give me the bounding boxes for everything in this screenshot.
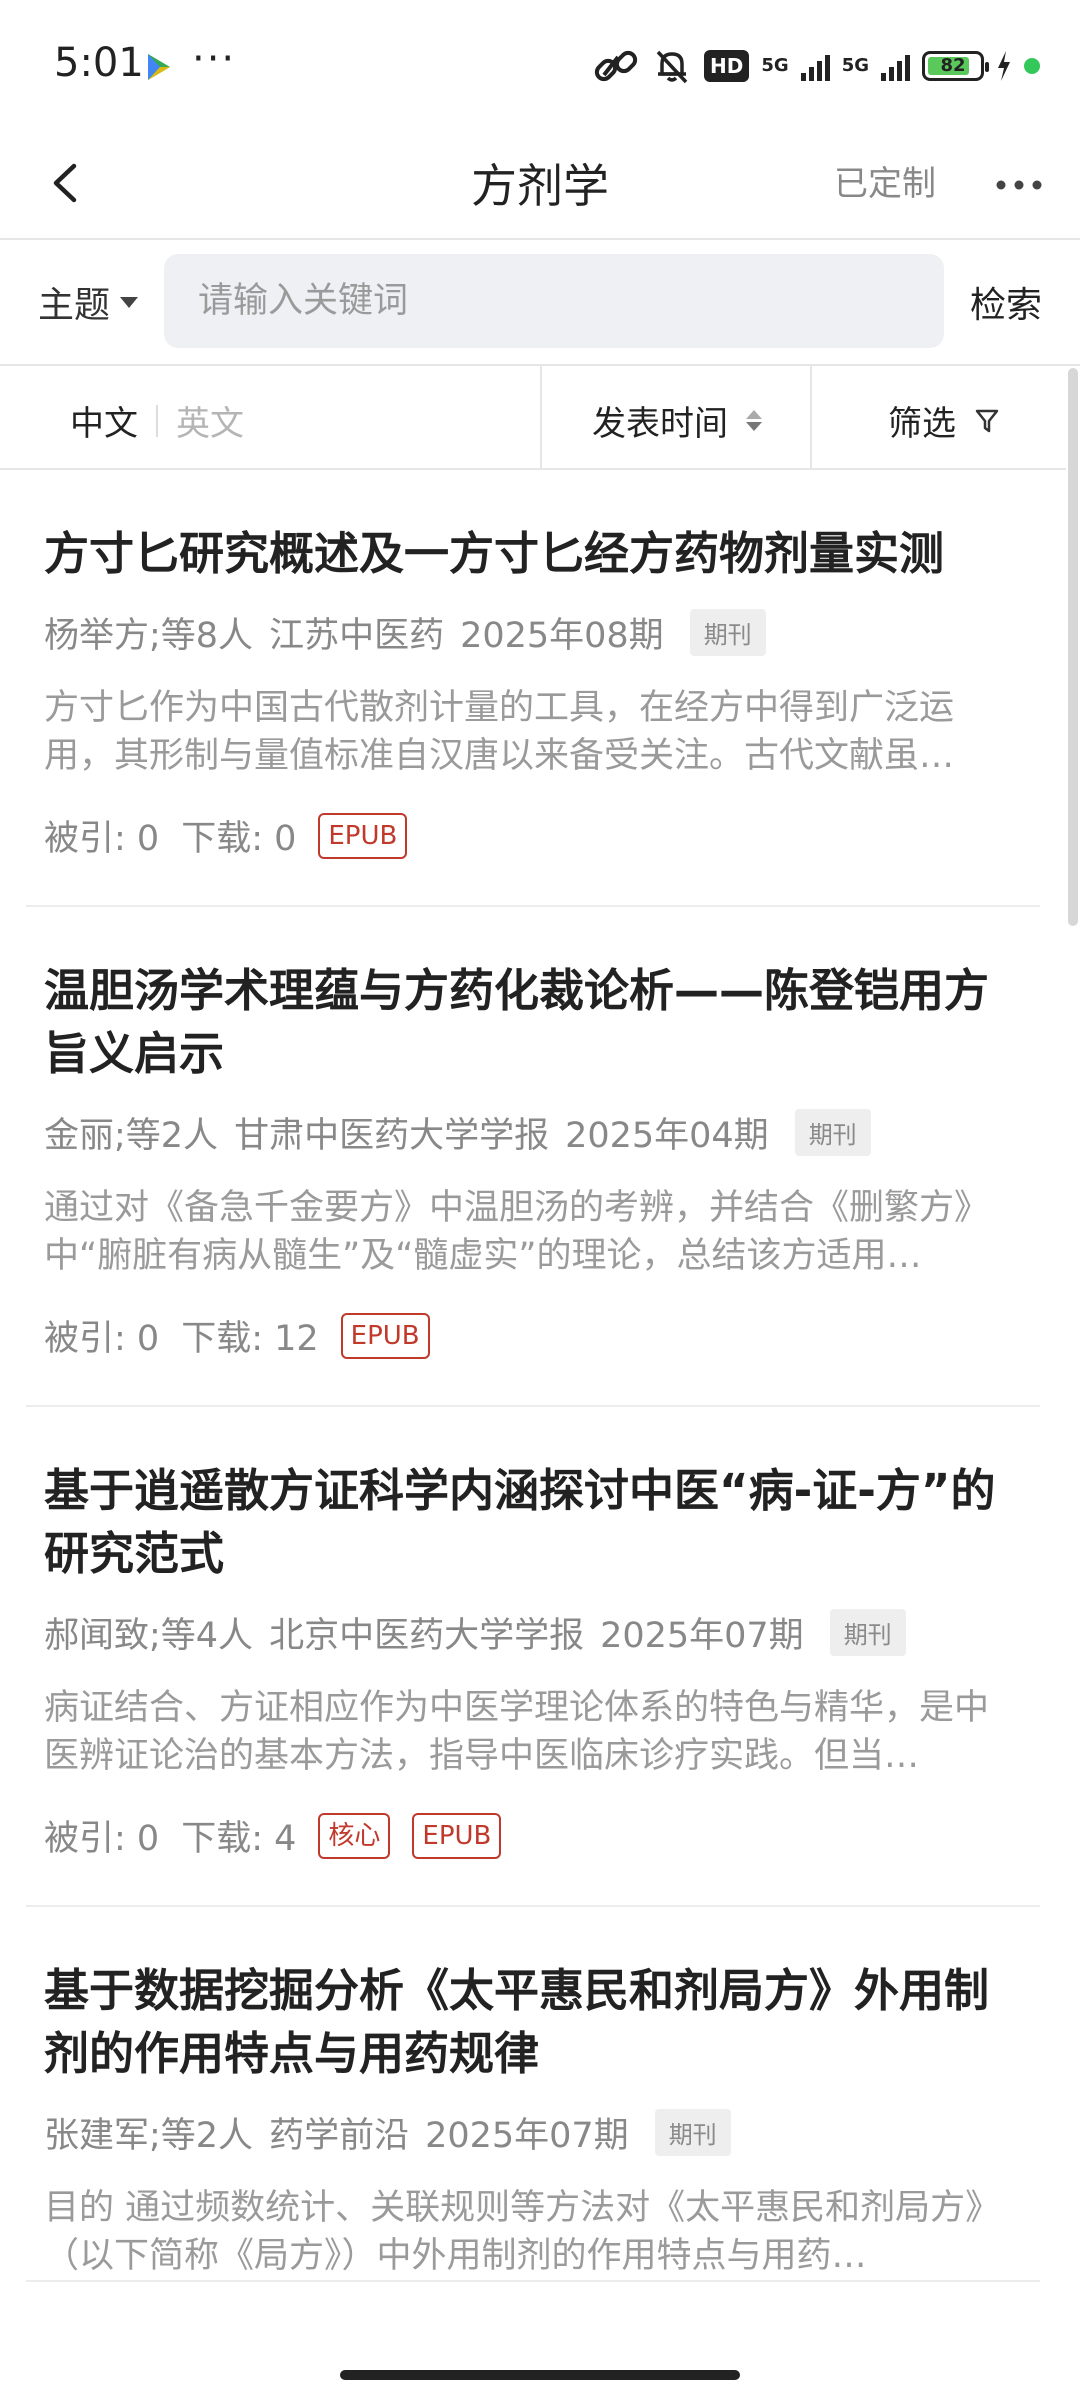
more-options-icon[interactable] bbox=[984, 150, 1054, 220]
caret-down-icon bbox=[120, 296, 139, 308]
article-item[interactable]: 方寸匕研究概述及一方寸匕经方药物剂量实测 杨举方;等8人 江苏中医药 2025年… bbox=[26, 470, 1040, 907]
epub-badge: EPUB bbox=[412, 1812, 502, 1859]
article-abstract: 目的 通过频数统计、关联规则等方法对《太平惠民和剂局方》（以下简称《局方》）中外… bbox=[44, 2188, 1001, 2276]
article-type-badge: 期刊 bbox=[794, 1109, 871, 1156]
article-item[interactable]: 基于数据挖掘分析《太平惠民和剂局方》外用制剂的作用特点与用药规律 张建军;等2人… bbox=[26, 1907, 1040, 2282]
search-row: 主题 检索 bbox=[0, 240, 1080, 366]
article-title[interactable]: 方寸匕研究概述及一方寸匕经方药物剂量实测 bbox=[44, 470, 1022, 585]
article-issue: 2025年07期 bbox=[600, 1616, 804, 1656]
lang-english-tab[interactable]: 英文 bbox=[176, 396, 244, 445]
article-type-badge: 期刊 bbox=[654, 2109, 731, 2156]
article-stats: 被引: 0 下载: 4 核心 EPUB bbox=[44, 1810, 1022, 1905]
epub-badge: EPUB bbox=[318, 812, 408, 859]
article-stats: 被引: 0 下载: 0 EPUB bbox=[44, 810, 1022, 905]
language-toggle: 中文 英文 bbox=[70, 396, 244, 445]
article-journal: 甘肃中医药大学学报 bbox=[234, 1116, 550, 1156]
more-notifications-icon: ··· bbox=[192, 36, 237, 82]
signal-icon bbox=[800, 51, 830, 81]
lang-chinese-tab[interactable]: 中文 bbox=[70, 396, 138, 445]
status-icons: HD 5G 5G 82 bbox=[594, 44, 1040, 88]
network-type: 5G bbox=[761, 55, 789, 76]
article-list: 方寸匕研究概述及一方寸匕经方药物剂量实测 杨举方;等8人 江苏中医药 2025年… bbox=[0, 470, 1066, 2282]
nav-bar: 方剂学 已定制 bbox=[0, 130, 1080, 240]
article-title[interactable]: 基于逍遥散方证科学内涵探讨中医“病-证-方”的研究范式 bbox=[44, 1407, 1022, 1585]
article-abstract: 方寸匕作为中国古代散剂计量的工具，在经方中得到广泛运用，其形制与量值标准自汉唐以… bbox=[44, 688, 955, 776]
article-journal: 江苏中医药 bbox=[269, 616, 445, 656]
filter-label: 筛选 bbox=[888, 404, 956, 444]
core-journal-badge: 核心 bbox=[318, 1812, 391, 1859]
cited-count: 被引: 0 bbox=[44, 1819, 160, 1859]
article-title[interactable]: 基于数据挖掘分析《太平惠民和剂局方》外用制剂的作用特点与用药规律 bbox=[44, 1907, 1022, 2085]
article-issue: 2025年08期 bbox=[460, 616, 664, 656]
customized-button[interactable]: 已定制 bbox=[834, 156, 936, 205]
column-divider bbox=[540, 366, 542, 468]
hd-badge: HD bbox=[704, 50, 750, 82]
download-count: 下载: 0 bbox=[181, 819, 297, 859]
column-divider bbox=[810, 366, 812, 468]
article-abstract: 通过对《备急千金要方》中温胆汤的考辨，并结合《删繁方》中“腑脏有病从髓生”及“髓… bbox=[44, 1188, 990, 1276]
battery-icon: 82 bbox=[922, 51, 989, 81]
search-input[interactable] bbox=[164, 254, 944, 348]
article-meta: 杨举方;等8人 江苏中医药 2025年08期 期刊 bbox=[44, 607, 1022, 658]
sort-icon bbox=[746, 410, 762, 431]
status-bar: 5:01 ··· HD 5G 5G 82 bbox=[0, 0, 1080, 130]
privacy-dot-icon bbox=[1024, 58, 1040, 74]
article-item[interactable]: 基于逍遥散方证科学内涵探讨中医“病-证-方”的研究范式 郝闻致;等4人 北京中医… bbox=[26, 1407, 1040, 1907]
lang-divider bbox=[156, 404, 158, 437]
signal-icon-2 bbox=[881, 51, 910, 81]
download-count: 下载: 4 bbox=[181, 1819, 297, 1859]
article-authors: 郝闻致;等4人 bbox=[44, 1616, 254, 1656]
epub-badge: EPUB bbox=[340, 1312, 430, 1359]
sort-label: 发表时间 bbox=[592, 404, 728, 444]
article-authors: 张建军;等2人 bbox=[44, 2116, 254, 2156]
article-stats: 被引: 0 下载: 12 EPUB bbox=[44, 1310, 1022, 1405]
search-button[interactable]: 检索 bbox=[970, 276, 1042, 328]
play-store-icon bbox=[148, 54, 170, 80]
article-type-badge: 期刊 bbox=[829, 1609, 906, 1656]
battery-level: 82 bbox=[940, 55, 966, 76]
article-authors: 杨举方;等8人 bbox=[44, 616, 254, 656]
article-authors: 金丽;等2人 bbox=[44, 1116, 219, 1156]
article-title[interactable]: 温胆汤学术理蕴与方药化裁论析——陈登铠用方旨义启示 bbox=[44, 907, 1022, 1085]
article-type-badge: 期刊 bbox=[689, 609, 766, 656]
cited-count: 被引: 0 bbox=[44, 1319, 160, 1359]
article-abstract: 病证结合、方证相应作为中医学理论体系的特色与精华，是中医辨证论治的基本方法，指导… bbox=[44, 1688, 990, 1776]
status-time: 5:01 bbox=[54, 40, 144, 86]
cited-count: 被引: 0 bbox=[44, 819, 160, 859]
scrollbar[interactable] bbox=[1068, 368, 1078, 926]
filter-button[interactable]: 筛选 bbox=[888, 396, 1000, 445]
topic-dropdown[interactable]: 主题 bbox=[38, 276, 139, 328]
article-meta: 郝闻致;等4人 北京中医药大学学报 2025年07期 期刊 bbox=[44, 1607, 1022, 1658]
home-indicator[interactable] bbox=[340, 2370, 740, 2380]
article-journal: 北京中医药大学学报 bbox=[269, 1616, 585, 1656]
article-issue: 2025年07期 bbox=[425, 2116, 629, 2156]
mute-bell-icon bbox=[656, 50, 688, 84]
funnel-icon bbox=[975, 409, 999, 432]
sort-by-date-button[interactable]: 发表时间 bbox=[592, 396, 762, 445]
article-meta: 金丽;等2人 甘肃中医药大学学报 2025年04期 期刊 bbox=[44, 1107, 1022, 1158]
article-item[interactable]: 温胆汤学术理蕴与方药化裁论析——陈登铠用方旨义启示 金丽;等2人 甘肃中医药大学… bbox=[26, 907, 1040, 1407]
article-meta: 张建军;等2人 药学前沿 2025年07期 期刊 bbox=[44, 2107, 1022, 2158]
link-icon bbox=[594, 50, 638, 82]
article-journal: 药学前沿 bbox=[269, 2116, 410, 2156]
download-count: 下载: 12 bbox=[181, 1319, 319, 1359]
topic-label: 主题 bbox=[38, 285, 111, 326]
article-issue: 2025年04期 bbox=[565, 1116, 769, 1156]
filter-row: 中文 英文 发表时间 筛选 bbox=[0, 366, 1066, 470]
charging-icon bbox=[998, 51, 1010, 81]
network-type-2: 5G bbox=[841, 55, 869, 76]
